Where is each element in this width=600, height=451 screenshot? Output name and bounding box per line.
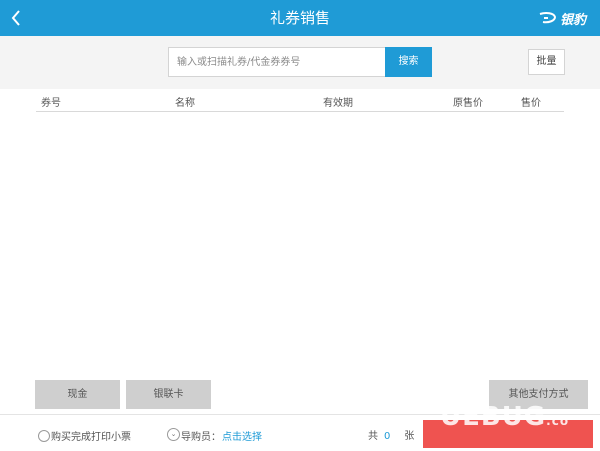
count-prefix: 共 [368,431,378,442]
coupon-table-body [36,112,564,372]
column-original-price: 原售价 [453,98,483,109]
count-unit: 张 [404,431,415,442]
brand-name: 银豹 [559,12,586,28]
watermark-suffix: .co [546,414,570,428]
brand-swoosh-icon [539,12,556,24]
page-title: 礼券销售 [269,9,330,27]
coupon-search-input[interactable] [168,47,392,77]
coupon-count: 共0 张 [368,427,414,442]
print-receipt-radio[interactable] [38,430,50,442]
count-value: 0 [384,431,391,442]
column-price: 售价 [521,98,541,109]
column-validity: 有效期 [323,98,353,109]
print-receipt-label: 购买完成打印小票 [51,432,131,443]
chevron-down-icon[interactable]: ⌄ [167,428,180,441]
cash-payment-button[interactable]: 现金 [35,380,120,409]
watermark-text: UEBUG [440,402,547,432]
search-button[interactable]: 搜索 [385,47,432,77]
column-name: 名称 [175,98,195,109]
batch-button[interactable]: 批量 [528,49,565,75]
brand-logo: 银豹 [538,8,586,28]
select-guide-link[interactable]: 点击选择 [222,428,262,443]
top-bar: 礼券销售 银豹 [0,0,600,36]
watermark-logo: UEBUG.co [440,402,569,432]
coupon-table-header: 券号 名称 有效期 原售价 售价 [36,89,564,112]
search-area: 搜索 批量 [0,36,600,89]
guide-label: 导购员： [181,432,221,443]
column-coupon-no: 券号 [41,98,61,109]
unionpay-payment-button[interactable]: 银联卡 [126,380,211,409]
